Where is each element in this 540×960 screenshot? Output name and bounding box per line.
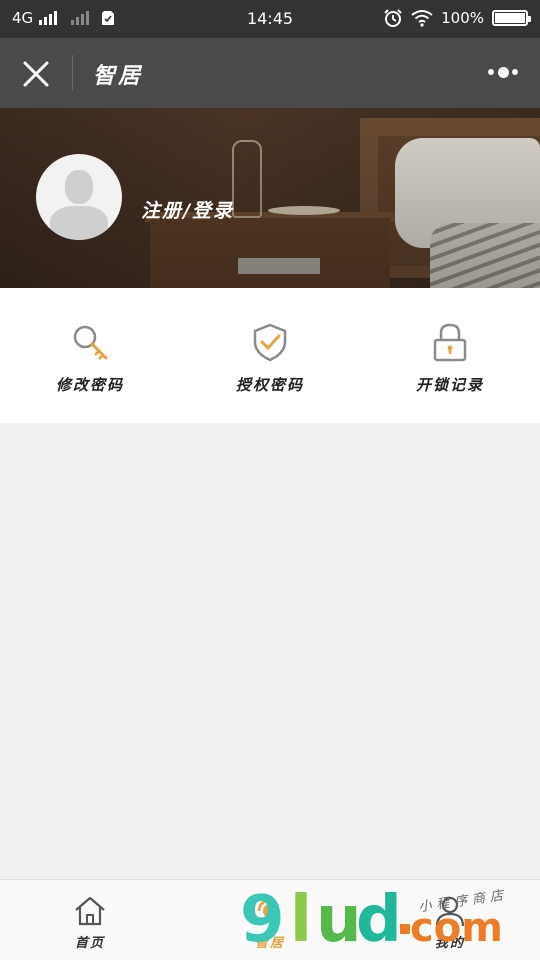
close-icon[interactable] [22, 60, 50, 88]
function-label: 修改密码 [55, 376, 124, 394]
tab-bar: 首页 智居 我的 [0, 879, 540, 960]
wifi-icon [411, 10, 433, 27]
tab-home[interactable]: 首页 [0, 880, 180, 960]
function-authorize-password[interactable]: 授权密码 [180, 288, 360, 423]
page-title: 智居 [93, 63, 144, 89]
avatar-head [65, 170, 93, 204]
alarm-icon [384, 9, 402, 27]
battery-percent: 100% [441, 9, 484, 27]
tab-label: 智居 [254, 936, 285, 951]
tab-mine[interactable]: 我的 [360, 880, 540, 960]
function-change-password[interactable]: 修改密码 [0, 288, 180, 423]
shield-check-icon [253, 323, 287, 362]
function-label: 开锁记录 [415, 376, 484, 394]
function-label: 授权密码 [235, 376, 304, 394]
more-dots-icon[interactable] [488, 64, 518, 80]
home-icon [75, 896, 105, 926]
login-register-link[interactable]: 注册/登录 [141, 196, 234, 223]
status-right: 100% [383, 8, 531, 28]
function-unlock-records[interactable]: 开锁记录 [360, 288, 540, 423]
tab-smart-home[interactable]: 智居 [180, 880, 360, 960]
key-search-icon [73, 325, 108, 360]
nav-bar: 智居 [0, 38, 540, 108]
tab-label: 我的 [434, 936, 465, 951]
avatar[interactable] [36, 154, 122, 240]
user-icon [435, 896, 465, 927]
padlock-icon [433, 323, 467, 362]
function-row: 修改密码 授权密码 开锁记录 [0, 288, 540, 423]
battery-icon [492, 10, 531, 26]
smart-home-icon [257, 899, 277, 918]
avatar-body [50, 206, 108, 240]
battery-fill [495, 13, 525, 23]
status-bar: 4G 14:45 100% [0, 0, 540, 38]
tab-label: 首页 [74, 936, 105, 951]
nav-divider [72, 55, 73, 91]
